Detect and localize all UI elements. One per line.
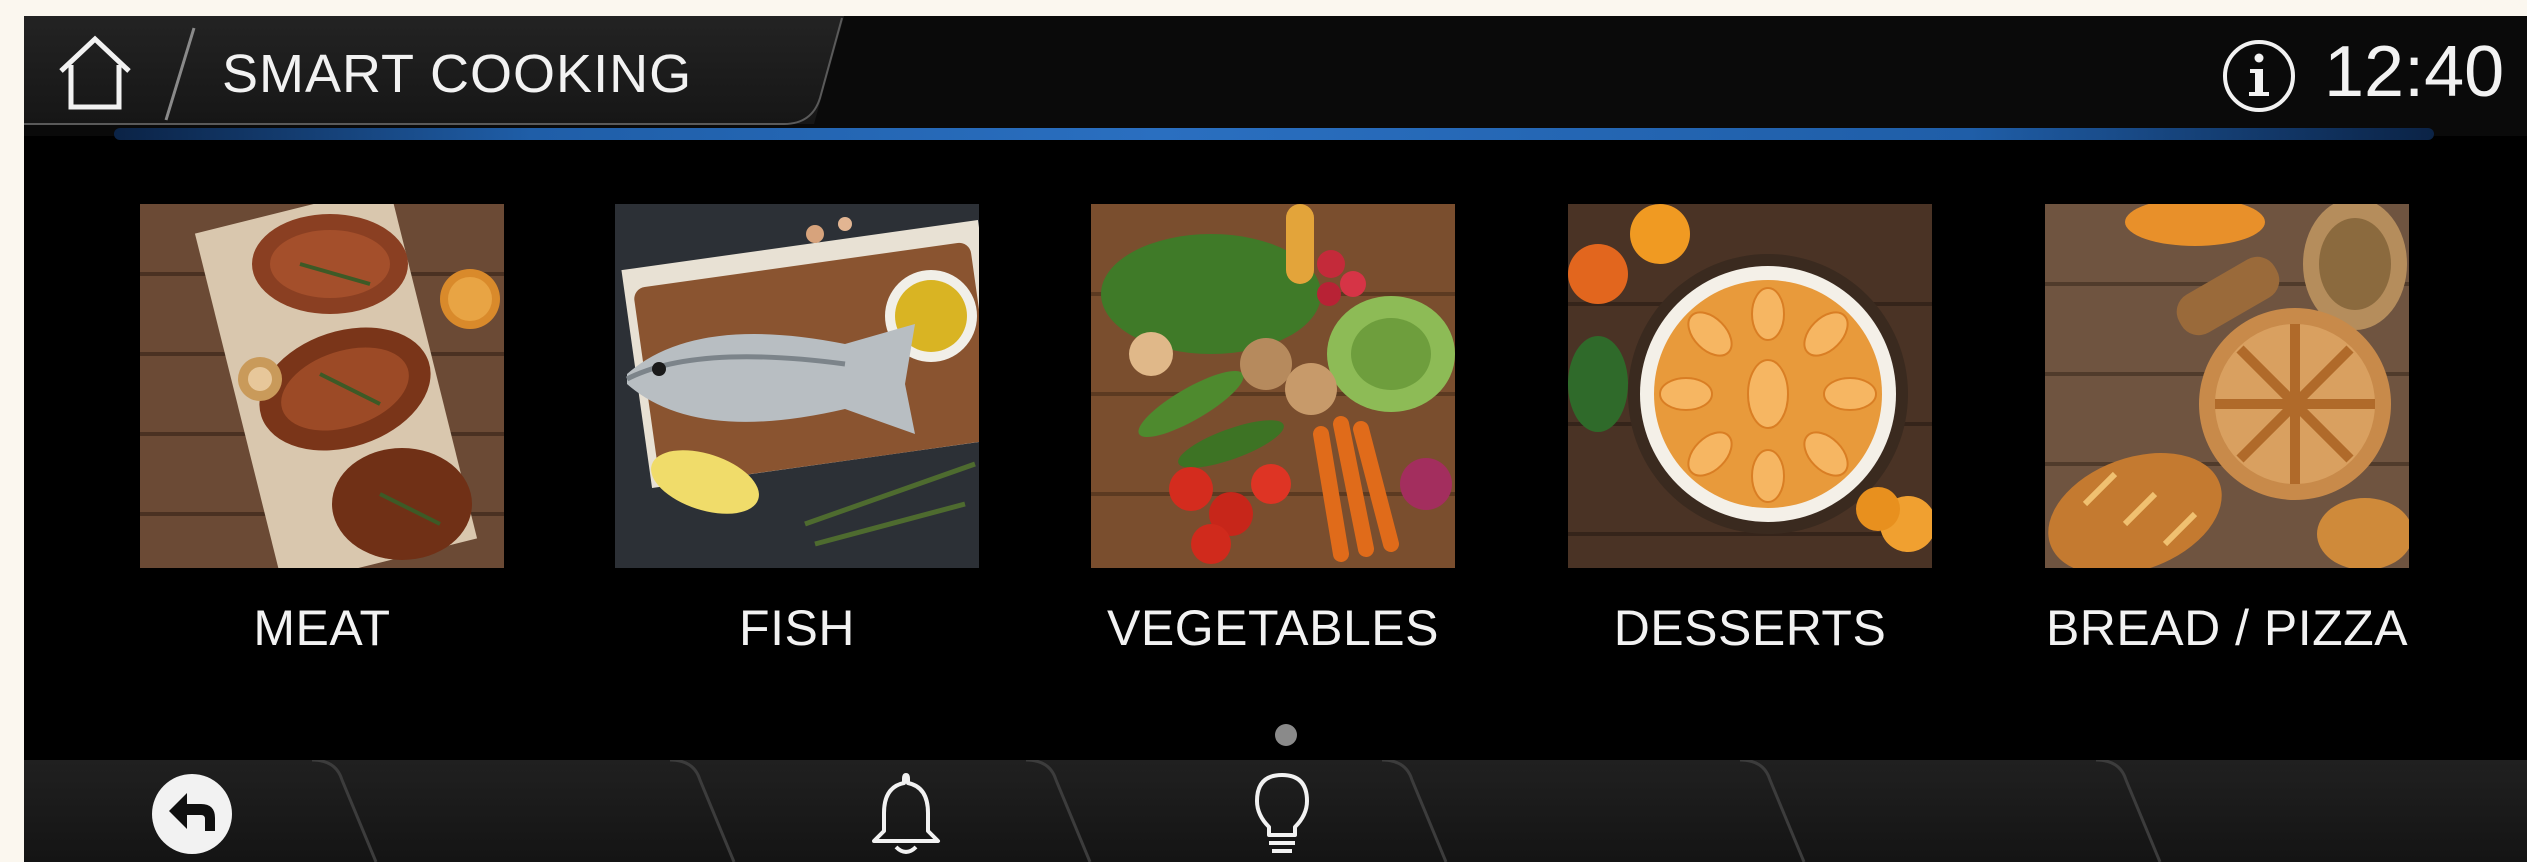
home-button[interactable] — [50, 28, 140, 118]
oven-display-screen: SMART COOKING 12:40 MEAT FISH VEGETABLES… — [24, 16, 2527, 862]
category-label: MEAT — [253, 600, 391, 656]
category-fish[interactable]: FISH — [615, 204, 979, 674]
info-icon — [2223, 40, 2295, 112]
category-bread-pizza[interactable]: BREAD / PIZZA — [2045, 204, 2409, 674]
category-vegetables[interactable]: VEGETABLES — [1091, 204, 1455, 674]
fish-photo — [615, 204, 979, 568]
header-bar: SMART COOKING 12:40 — [24, 16, 2527, 136]
title-divider — [164, 27, 196, 121]
bottom-toolbar — [24, 760, 2527, 862]
timer-alarm-button[interactable] — [846, 766, 966, 862]
page-title: SMART COOKING — [222, 44, 693, 104]
oven-light-button[interactable] — [1222, 766, 1342, 862]
bell-icon — [872, 773, 940, 854]
vegetables-photo — [1091, 204, 1455, 568]
category-label: BREAD / PIZZA — [2045, 600, 2409, 656]
home-icon — [59, 35, 131, 110]
clock-time: 12:40 — [2324, 32, 2505, 112]
desserts-photo — [1568, 204, 1932, 568]
meat-photo — [140, 204, 504, 568]
category-label: FISH — [739, 600, 855, 656]
category-desserts[interactable]: DESSERTS — [1568, 204, 1932, 674]
category-label: DESSERTS — [1613, 600, 1887, 656]
info-button[interactable] — [2219, 36, 2299, 116]
back-button[interactable] — [132, 766, 252, 862]
category-label: VEGETABLES — [1107, 600, 1439, 656]
bread-pizza-photo — [2045, 204, 2409, 568]
header-accent-line — [114, 128, 2434, 140]
lightbulb-icon — [1255, 773, 1309, 853]
category-meat[interactable]: MEAT — [140, 204, 504, 674]
back-arrow-icon — [152, 774, 232, 854]
page-indicator-dot — [1275, 724, 1297, 746]
